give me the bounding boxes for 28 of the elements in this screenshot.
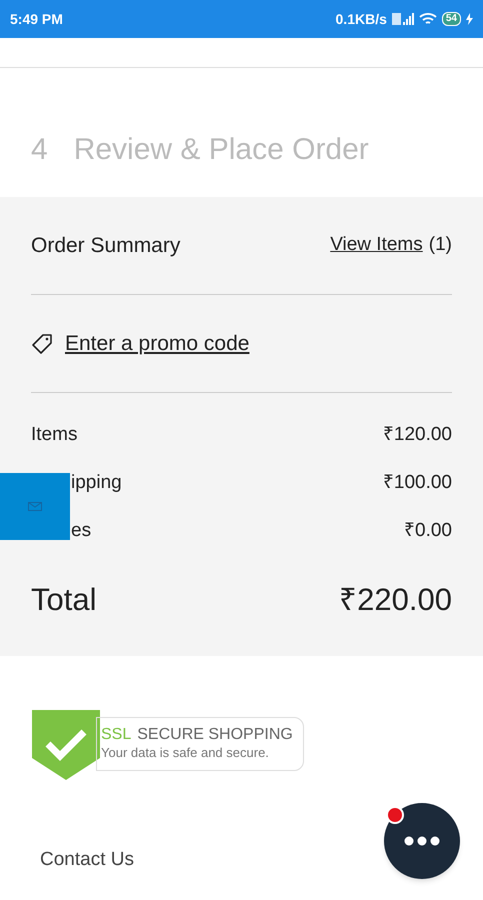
summary-title: Order Summary <box>31 232 180 259</box>
wifi-icon <box>418 12 437 26</box>
network-speed: 0.1KB/s <box>336 10 387 28</box>
summary-value: ₹0.00 <box>404 518 452 543</box>
charging-icon <box>466 13 473 25</box>
item-count: (1) <box>428 233 452 258</box>
badge-subtitle: Your data is safe and secure. <box>101 744 270 762</box>
secure-shopping-label: SECURE SHOPPING <box>137 726 293 744</box>
summary-label: ipping <box>71 470 122 495</box>
contact-us-link[interactable]: Contact Us <box>40 848 134 870</box>
shield-check-icon <box>32 708 100 780</box>
envelope-icon <box>28 502 42 511</box>
step-title: Review & Place Order <box>74 132 369 168</box>
view-items-link[interactable]: View Items <box>330 231 423 260</box>
step-number: 4 <box>31 132 48 168</box>
more-icon <box>404 836 440 846</box>
summary-value: ₹100.00 <box>382 470 452 495</box>
total-label: Total <box>31 581 96 619</box>
total-value: ₹220.00 <box>339 581 452 619</box>
ssl-label: SSL <box>101 726 132 744</box>
summary-label: es <box>71 518 92 543</box>
signal-icon <box>392 13 414 25</box>
status-time: 5:49 PM <box>10 10 63 28</box>
summary-value: ₹120.00 <box>382 422 452 447</box>
battery-indicator: 54 <box>442 12 461 26</box>
tag-icon <box>31 332 53 354</box>
promo-code-link[interactable]: Enter a promo code <box>65 328 250 360</box>
summary-label: Items <box>31 422 78 447</box>
